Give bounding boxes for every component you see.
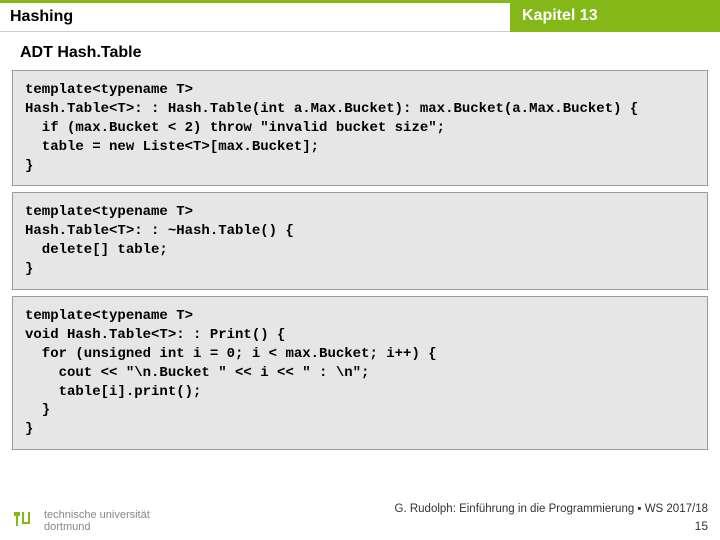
code-block-destructor: template<typename T> Hash.Table<T>: : ~H… (12, 192, 708, 290)
tu-logo-icon (12, 508, 38, 534)
header-chapter: Kapitel 13 (510, 0, 720, 32)
page-number: 15 (395, 518, 708, 534)
header-topic: Hashing (0, 0, 510, 32)
university-logo-text: technische universität dortmund (44, 509, 150, 533)
logo-line-1: technische universität (44, 509, 150, 521)
footer-credit: G. Rudolph: Einführung in die Programmie… (395, 502, 708, 534)
credit-text: G. Rudolph: Einführung in die Programmie… (395, 502, 708, 518)
slide-header: Hashing Kapitel 13 (0, 0, 720, 32)
code-block-print: template<typename T> void Hash.Table<T>:… (12, 296, 708, 450)
university-logo: technische universität dortmund (12, 508, 150, 534)
code-block-constructor: template<typename T> Hash.Table<T>: : Ha… (12, 70, 708, 186)
slide-footer: technische universität dortmund G. Rudol… (12, 502, 708, 534)
slide-subtitle: ADT Hash.Table (0, 32, 720, 70)
logo-line-2: dortmund (44, 521, 150, 533)
